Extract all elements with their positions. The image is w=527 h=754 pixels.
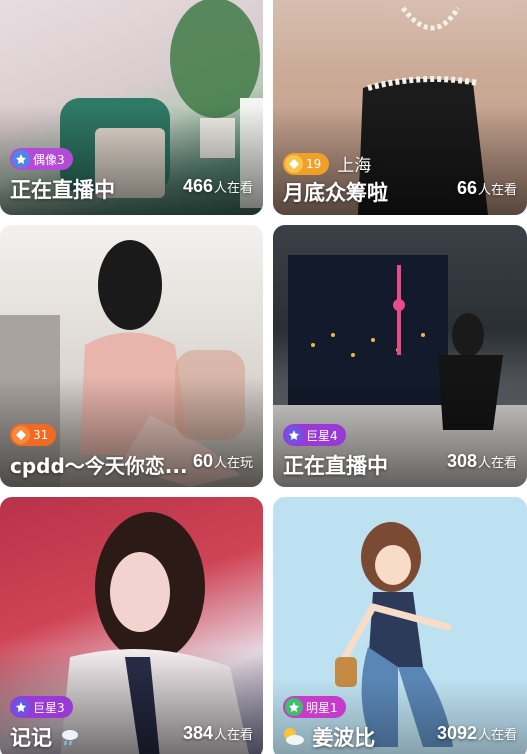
live-stream-grid: 偶像3 正在直播中 466 人在看 19 上海 月底众筹啦 66 人在看 31 … — [0, 0, 527, 754]
badge-label: 明星1 — [306, 700, 338, 715]
stream-card-2[interactable]: 19 上海 月底众筹啦 66 人在看 — [273, 0, 527, 215]
badge-label: 巨星3 — [33, 700, 65, 715]
anchor-level-badge: 巨星3 — [10, 696, 73, 718]
anchor-level-badge: 巨星4 — [283, 424, 346, 446]
badge-label: 19 — [306, 156, 322, 171]
anchor-level-badge: 明星1 — [283, 696, 346, 718]
viewer-count: 3092 人在看 — [436, 723, 517, 743]
level-icon — [12, 426, 30, 444]
stream-card-3[interactable]: 31 cpdd～今天你恋... 60 人在玩 — [0, 225, 263, 487]
stream-title: 正在直播中 — [283, 454, 388, 478]
stream-title: 记记 — [10, 722, 81, 753]
stream-card-4[interactable]: 巨星4 正在直播中 308 人在看 — [273, 225, 527, 487]
anchor-level-badge: 偶像3 — [10, 148, 73, 170]
stream-title: 月底众筹啦 — [283, 181, 388, 205]
stream-card-1[interactable]: 偶像3 正在直播中 466 人在看 — [0, 0, 263, 215]
stream-title-text: 姜波比 — [312, 726, 376, 750]
anchor-level-badge: 31 — [10, 424, 57, 446]
star-icon — [285, 698, 303, 716]
badge-label: 31 — [33, 428, 49, 442]
anchor-level-badge: 19 — [283, 152, 330, 175]
stream-card-5[interactable]: 巨星3 记记 384 人在看 — [0, 497, 263, 754]
superstar-icon — [12, 698, 30, 716]
stream-title: 正在直播中 — [10, 178, 115, 202]
badge-label: 偶像3 — [33, 152, 65, 167]
stream-title: cpdd～今天你恋... — [10, 454, 188, 478]
stream-title-text: 记记 — [10, 726, 52, 750]
sun-cloud-icon — [281, 726, 305, 753]
stream-card-6[interactable]: 明星1 姜波比 3092 人在看 — [273, 497, 527, 754]
viewer-count: 466 人在看 — [182, 176, 253, 196]
level-icon — [285, 154, 303, 173]
superstar-icon — [285, 426, 303, 444]
viewer-count: 60 人在玩 — [192, 451, 253, 471]
stream-title: 姜波比 — [281, 722, 375, 753]
idol-icon — [12, 150, 30, 168]
location-label: 上海 — [337, 156, 372, 176]
viewer-count: 308 人在看 — [446, 451, 517, 471]
viewer-count: 384 人在看 — [182, 723, 253, 743]
viewer-count: 66 人在看 — [456, 178, 517, 198]
cloud-rain-icon — [59, 726, 81, 753]
badge-label: 巨星4 — [306, 428, 338, 443]
